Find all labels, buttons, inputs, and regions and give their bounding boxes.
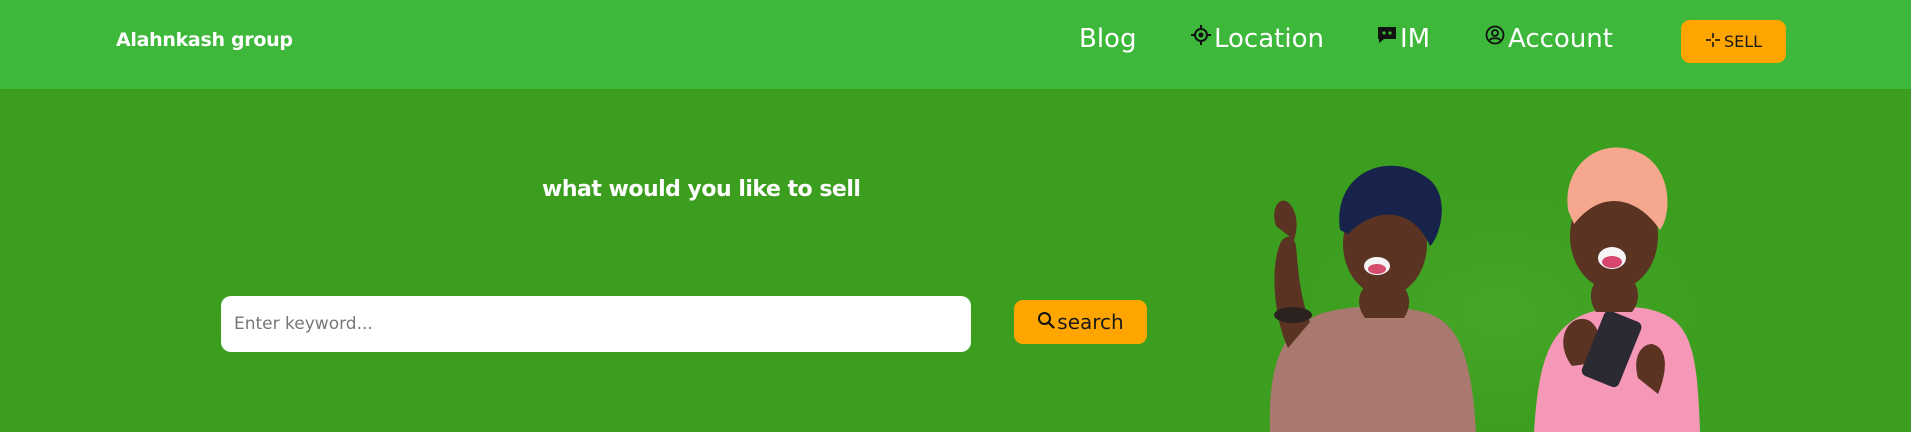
hero-section: what would you like to sell search [0,89,1911,432]
search-button[interactable]: search [1014,300,1147,344]
nav-im-label: IM [1400,24,1431,54]
hero-image [1240,147,1760,432]
sparkle-icon [1705,32,1721,52]
nav-account-label: Account [1508,24,1613,54]
nav-blog-label: Blog [1079,24,1137,54]
nav-location-link[interactable]: Location [1190,24,1324,54]
sell-button-label: SELL [1723,32,1763,51]
nav-im-link[interactable]: IM [1376,24,1430,54]
search-input[interactable] [221,296,971,352]
user-circle-icon [1484,24,1506,46]
search-icon [1037,310,1055,334]
nav-blog-link[interactable]: Blog [1079,24,1136,54]
crosshair-icon [1190,24,1212,46]
top-navigation-bar: Alahnkash group Blog Location IM Account… [0,0,1911,89]
nav-location-label: Location [1214,24,1324,54]
hero-title: what would you like to sell [542,177,861,202]
sell-button[interactable]: SELL [1681,20,1786,63]
brand-logo[interactable]: Alahnkash group [116,29,293,51]
nav-account-link[interactable]: Account [1484,24,1613,54]
search-button-label: search [1057,310,1124,334]
chat-icon [1376,24,1398,46]
